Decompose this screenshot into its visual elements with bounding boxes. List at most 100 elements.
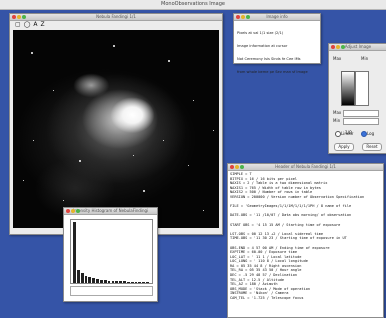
histogram-bar bbox=[126, 282, 130, 283]
zoom-icon[interactable] bbox=[22, 15, 26, 19]
star bbox=[113, 45, 115, 47]
zoom-icon[interactable] bbox=[246, 15, 250, 19]
info-line: from whole beme pe Sev man sf Image bbox=[237, 70, 308, 75]
scale-preview bbox=[355, 71, 369, 106]
select-circle-tool-icon[interactable]: ◯ bbox=[24, 22, 31, 28]
star bbox=[203, 210, 204, 211]
histogram-bar bbox=[111, 281, 115, 283]
histogram-bar bbox=[142, 282, 146, 283]
minimize-icon[interactable] bbox=[235, 165, 239, 169]
max-value-field[interactable] bbox=[343, 110, 379, 117]
star bbox=[188, 165, 189, 166]
histogram-window-titlebar[interactable]: Intensity Histogram of NebulaFindingi bbox=[64, 208, 157, 215]
header-line: VERSION = 200000 / Version number of Obs… bbox=[230, 194, 365, 199]
close-icon[interactable] bbox=[66, 209, 70, 213]
header-window[interactable]: Header of Nebula Fandingi 1/1 SIMPLE = T… bbox=[227, 163, 384, 318]
window-controls bbox=[331, 45, 345, 49]
histogram-bar bbox=[99, 280, 103, 283]
histogram-bar bbox=[84, 276, 88, 283]
histogram-bar bbox=[115, 281, 119, 283]
image-window-titlebar[interactable]: Nebula Fandingi 1/1 bbox=[10, 14, 222, 21]
close-icon[interactable] bbox=[236, 15, 240, 19]
histogram-bar bbox=[130, 282, 134, 283]
histogram-bar bbox=[92, 278, 96, 283]
info-window-title: Image info bbox=[266, 14, 288, 19]
histogram-scale bbox=[70, 286, 153, 296]
max-label: Max bbox=[333, 110, 342, 115]
image-window-title: Nebula Fandingi 1/1 bbox=[96, 14, 136, 19]
linear-label: Linear bbox=[341, 131, 354, 136]
image-info-window[interactable]: Image info Pixels at val 1/1 size (2/1) … bbox=[233, 13, 321, 74]
histogram-bar bbox=[138, 282, 142, 283]
text-tool-icon[interactable]: A bbox=[33, 22, 37, 28]
log-label: Log bbox=[367, 131, 375, 136]
star bbox=[79, 160, 81, 162]
histogram-window[interactable]: Intensity Histogram of NebulaFindingi bbox=[63, 207, 158, 302]
info-line: Pixels at val 1/1 size (2/1) bbox=[237, 30, 284, 35]
star bbox=[31, 52, 33, 54]
close-icon[interactable] bbox=[331, 45, 335, 49]
header-text: SIMPLE = T BITPIX = 16 / 16 bits per pixe… bbox=[230, 172, 381, 301]
adjust-window-titlebar[interactable]: Adjust Image bbox=[329, 44, 386, 51]
minimize-icon[interactable] bbox=[17, 15, 21, 19]
minimize-icon[interactable] bbox=[241, 15, 245, 19]
info-line: Not Ceremony Isis Sinds fe Cee IMs bbox=[237, 57, 301, 62]
adjust-window[interactable]: Adjust Image Max Min Max Min 1/Ω Linear … bbox=[328, 43, 386, 154]
histogram-plot bbox=[70, 219, 153, 284]
histogram-bar bbox=[103, 280, 107, 283]
header-window-titlebar[interactable]: Header of Nebula Fandingi 1/1 bbox=[228, 164, 383, 171]
window-controls bbox=[236, 15, 250, 19]
star bbox=[168, 60, 170, 62]
zoom-icon[interactable] bbox=[341, 45, 345, 49]
histogram-bar bbox=[119, 281, 123, 283]
min-label: Min bbox=[333, 118, 341, 123]
star bbox=[53, 90, 54, 91]
zoom-icon[interactable] bbox=[240, 165, 244, 169]
image-toolbar: ▢ ◯ A Z bbox=[15, 22, 45, 28]
adjust-window-title: Adjust Image bbox=[344, 44, 372, 49]
star bbox=[213, 130, 214, 131]
info-text: Pixels at val 1/1 size (2/1) Image infor… bbox=[237, 22, 308, 84]
info-line: Image information at cursor bbox=[237, 44, 288, 49]
select-rect-tool-icon[interactable]: ▢ bbox=[15, 22, 21, 28]
zoom-icon[interactable] bbox=[76, 209, 80, 213]
minimize-icon[interactable] bbox=[336, 45, 340, 49]
histogram-bar bbox=[123, 281, 126, 283]
apply-button[interactable]: Apply bbox=[334, 143, 354, 151]
histogram-bar bbox=[146, 282, 149, 283]
star bbox=[143, 190, 145, 192]
min-label: Min bbox=[361, 56, 369, 61]
app-title: MonoObservations Image bbox=[161, 1, 225, 7]
histogram-bar bbox=[107, 281, 111, 283]
nebula-glow bbox=[13, 30, 219, 228]
menu-bar: MonoObservations Image bbox=[0, 0, 386, 10]
header-window-title: Header of Nebula Fandingi 1/1 bbox=[275, 164, 336, 169]
max-label: Max bbox=[333, 56, 342, 61]
window-controls bbox=[12, 15, 26, 19]
star bbox=[33, 140, 34, 141]
star bbox=[193, 100, 194, 101]
histogram-bar bbox=[73, 222, 76, 283]
minimize-icon[interactable] bbox=[71, 209, 75, 213]
window-controls bbox=[66, 209, 80, 213]
star bbox=[163, 140, 164, 141]
histogram-bar bbox=[76, 270, 80, 283]
close-icon[interactable] bbox=[12, 15, 16, 19]
reset-button[interactable]: Reset bbox=[362, 143, 382, 151]
star bbox=[63, 200, 64, 201]
info-window-titlebar[interactable]: Image info bbox=[234, 14, 320, 21]
window-controls bbox=[230, 165, 244, 169]
zoom-tool-icon[interactable]: Z bbox=[41, 22, 45, 28]
min-value-field[interactable]: 1/Ω bbox=[343, 118, 379, 135]
histogram-bar bbox=[80, 273, 84, 283]
histogram-bar bbox=[134, 282, 138, 283]
header-line: CAM_TEL = '1.725 / Telescope focus bbox=[230, 296, 304, 301]
histogram-bar bbox=[88, 277, 92, 283]
nebula-image[interactable] bbox=[13, 30, 219, 228]
close-icon[interactable] bbox=[230, 165, 234, 169]
star bbox=[23, 180, 24, 181]
histogram-bar bbox=[96, 279, 99, 283]
intensity-gradient-bar[interactable] bbox=[341, 71, 355, 106]
image-window[interactable]: Nebula Fandingi 1/1 ▢ ◯ A Z bbox=[9, 13, 223, 235]
histogram-window-title: Intensity Histogram of NebulaFindingi bbox=[72, 208, 149, 213]
